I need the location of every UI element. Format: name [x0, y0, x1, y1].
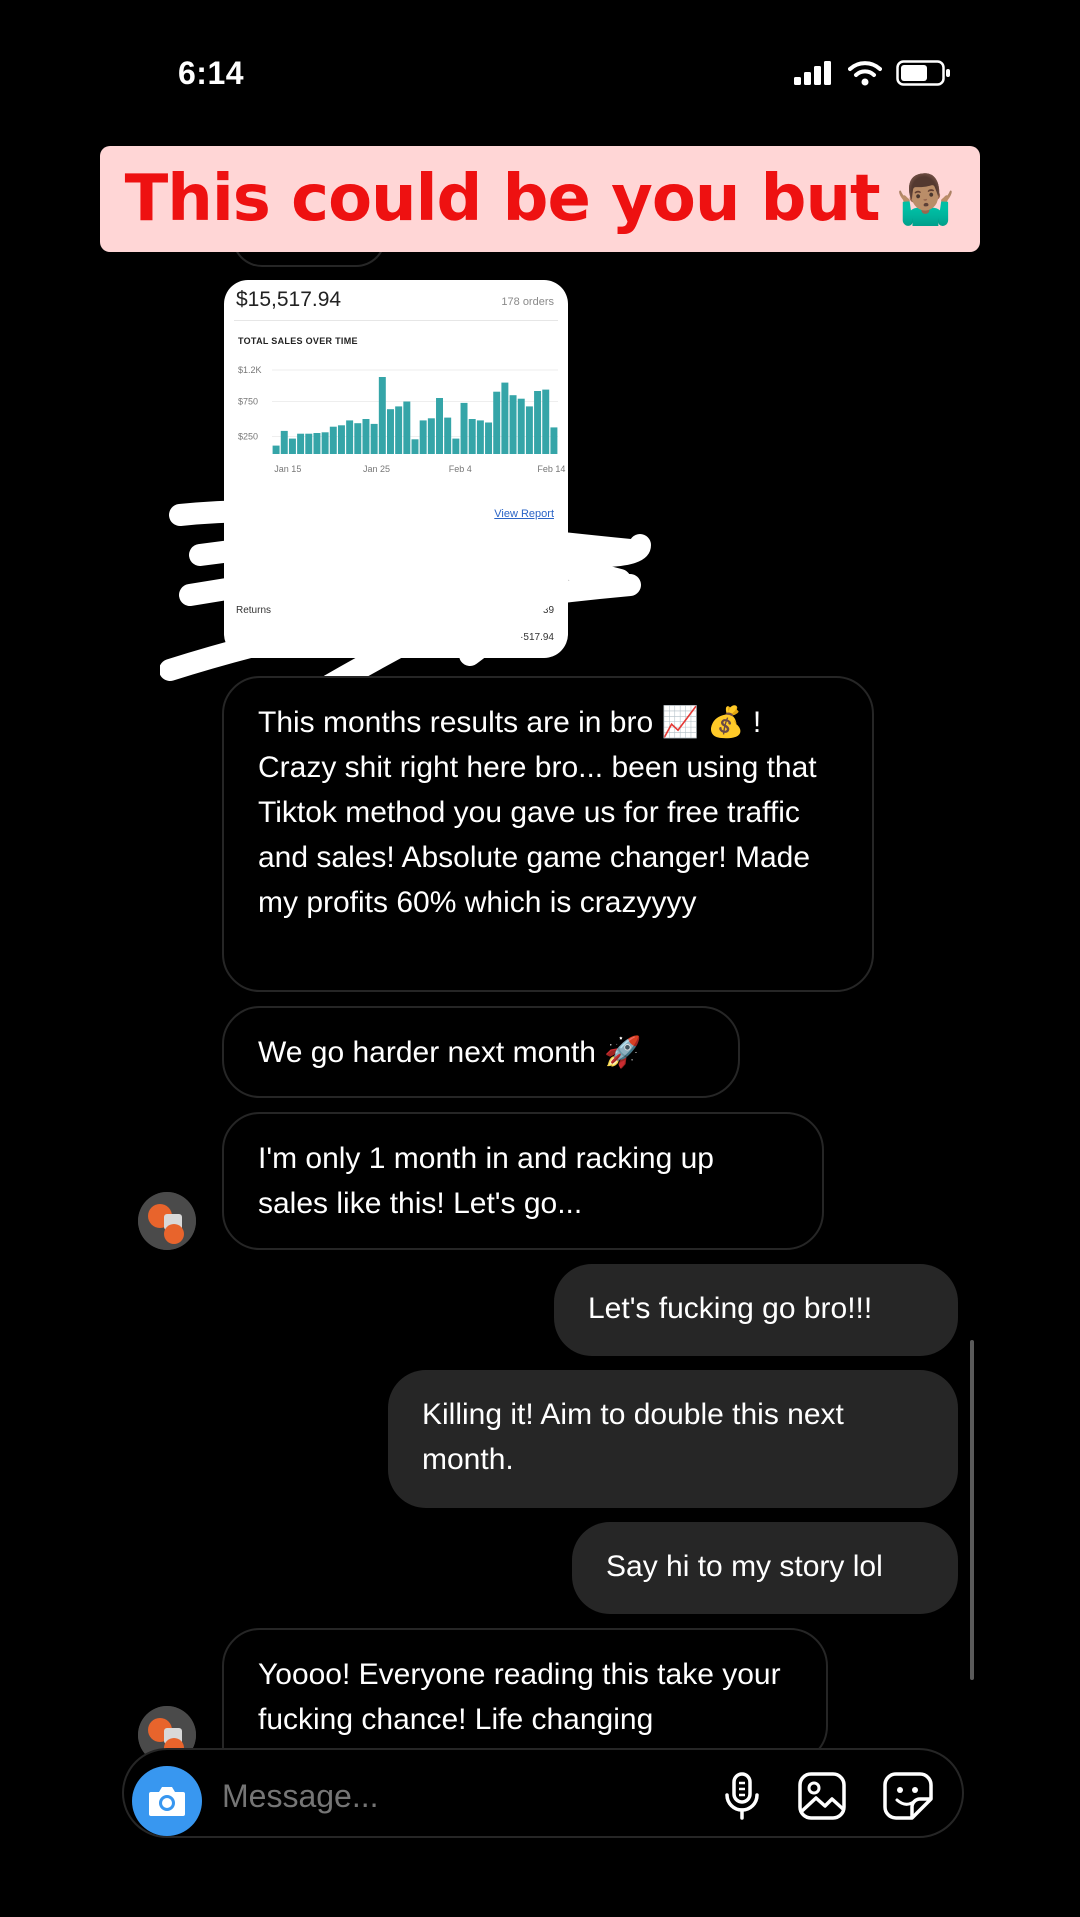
- chart-bar: [525, 406, 533, 454]
- chart-bar: [387, 409, 394, 454]
- battery-icon: [896, 60, 950, 86]
- message-text: I'm only 1 month in and racking up sales…: [258, 1142, 714, 1220]
- message-text: This months results are in bro 📈 💰 ! Cra…: [258, 706, 817, 919]
- chart-bar: [419, 420, 427, 454]
- chart-bar: [509, 395, 517, 454]
- card-divider: [234, 320, 558, 321]
- orders-count: 178 orders: [501, 296, 554, 308]
- chart-bar: [403, 401, 411, 454]
- avatar-image: [138, 1192, 196, 1250]
- camera-icon: [149, 1787, 185, 1816]
- chart-bar: [436, 398, 443, 454]
- chart-bar: [542, 389, 550, 454]
- wifi-icon: [848, 61, 882, 86]
- chart-bar: [362, 419, 370, 454]
- chart-bar: [395, 406, 403, 454]
- redaction-scribble: [160, 500, 651, 695]
- scrollbar[interactable]: [970, 1340, 974, 1680]
- chart-bar: [297, 433, 305, 454]
- chart-bar: [346, 420, 354, 454]
- shrug-emoji: 🤷🏽‍♂️: [895, 173, 956, 227]
- chart-x-tick-label: Feb 14: [537, 464, 565, 474]
- total-sales-value: $15,517.94: [236, 288, 342, 311]
- message-input[interactable]: [222, 1776, 552, 1816]
- chart-bar: [378, 377, 386, 454]
- message-text: Let's fucking go bro!!!: [588, 1292, 873, 1325]
- chart-bar: [501, 382, 509, 454]
- chart-y-tick-label: $1.2K: [238, 365, 262, 375]
- banner-text: This could be you but: [124, 162, 881, 236]
- chart-bar: [411, 439, 419, 454]
- sticker-button[interactable]: [880, 1768, 936, 1824]
- gallery-button[interactable]: [794, 1768, 850, 1824]
- chart-bar: [272, 445, 280, 454]
- message-bubble-outgoing[interactable]: Killing it! Aim to double this next mont…: [388, 1370, 958, 1508]
- message-bubble-incoming[interactable]: I'm only 1 month in and racking up sales…: [222, 1112, 824, 1250]
- chart-y-tick-label: $250: [238, 432, 258, 442]
- gallery-icon: [798, 1772, 846, 1820]
- chart-x-tick-label: Jan 25: [363, 464, 390, 474]
- chart-bar: [517, 398, 525, 454]
- chart-bar: [460, 402, 468, 454]
- chart-bar: [329, 426, 337, 454]
- chart-bar: [468, 419, 476, 454]
- message-text: Killing it! Aim to double this next mont…: [422, 1398, 844, 1476]
- chart-bar: [288, 438, 296, 454]
- message-text: Say hi to my story lol: [606, 1550, 883, 1583]
- chart-bar: [305, 433, 313, 454]
- chart-bar: [280, 430, 288, 454]
- chart-bar: [370, 423, 378, 454]
- message-text: We go harder next month 🚀: [258, 1036, 642, 1069]
- chart-bar: [452, 438, 460, 454]
- sender-avatar[interactable]: [138, 1192, 196, 1250]
- message-bubble-incoming[interactable]: This months results are in bro 📈 💰 ! Cra…: [222, 676, 874, 992]
- chart-bar: [337, 425, 345, 454]
- chart-bar: [313, 433, 321, 454]
- chart-bar: [534, 391, 542, 454]
- status-time: 6:14: [178, 55, 245, 91]
- chart-bar: [321, 432, 329, 454]
- chart-bar: [493, 391, 501, 454]
- chart-bar: [485, 422, 493, 454]
- message-text: Yoooo! Everyone reading this take your f…: [258, 1658, 781, 1736]
- message-bubble-outgoing[interactable]: Let's fucking go bro!!!: [554, 1264, 958, 1356]
- voice-message-button[interactable]: [714, 1768, 770, 1824]
- chart-y-tick-label: $750: [238, 397, 258, 407]
- microphone-icon: [725, 1772, 759, 1820]
- message-bubble-incoming[interactable]: Yoooo! Everyone reading this take your f…: [222, 1628, 828, 1764]
- chart-bar: [354, 423, 362, 454]
- chart-bar: [550, 427, 558, 454]
- signal-icon: [794, 61, 831, 85]
- message-bubble-incoming[interactable]: We go harder next month 🚀: [222, 1006, 740, 1098]
- chart-x-tick-label: Jan 15: [274, 464, 301, 474]
- status-icons: [794, 60, 952, 86]
- sticker-icon: [883, 1772, 933, 1820]
- chart-title: TOTAL SALES OVER TIME: [238, 336, 358, 346]
- message-bubble-outgoing[interactable]: Say hi to my story lol: [572, 1522, 958, 1614]
- camera-button[interactable]: [132, 1766, 202, 1836]
- chart-bar: [444, 417, 452, 454]
- chart-bar: [427, 418, 435, 454]
- chart-x-tick-label: Feb 4: [449, 464, 472, 474]
- sales-bar-chart: $1.2K $750 $250 Jan 15 Jan 25 Feb 4 Feb 14: [238, 365, 565, 474]
- chart-bar: [476, 420, 484, 454]
- story-banner: This could be you but 🤷🏽‍♂️: [100, 146, 980, 252]
